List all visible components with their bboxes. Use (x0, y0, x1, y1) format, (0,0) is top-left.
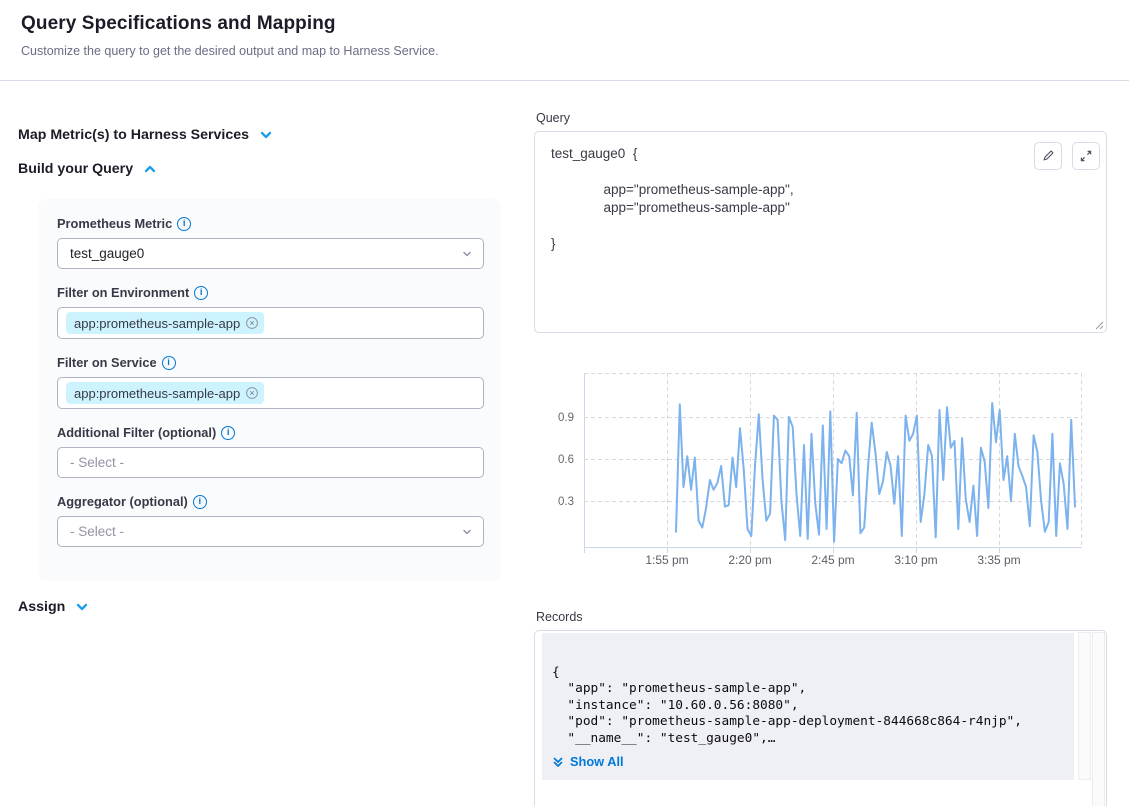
filter-environment-input[interactable]: app:prometheus-sample-app (57, 307, 484, 339)
header-divider (0, 80, 1129, 81)
x-tick-label: 2:20 pm (728, 553, 771, 567)
y-tick-label: 0.3 (558, 496, 574, 508)
expand-query-button[interactable] (1072, 142, 1100, 170)
page-subtitle: Customize the query to get the desired o… (21, 44, 439, 58)
additional-filter-label: Additional Filter (optional) (57, 425, 216, 440)
info-icon[interactable]: i (221, 426, 235, 440)
remove-chip-icon[interactable] (245, 386, 259, 400)
double-chevron-down-icon (552, 756, 564, 768)
metric-series-line (676, 403, 1075, 542)
resize-handle-icon[interactable] (1092, 318, 1104, 330)
prometheus-metric-label: Prometheus Metric (57, 216, 172, 231)
query-code: test_gauge0 { app="prometheus-sample-app… (551, 145, 794, 253)
field-filter-service: Filter on Service i app:prometheus-sampl… (57, 355, 482, 409)
placeholder-text: - Select - (70, 455, 124, 470)
build-query-form: Prometheus Metric i test_gauge0 Filter o… (38, 199, 501, 581)
line-chart: 0.9 0.6 0.3 1:55 pm 2:20 pm 2:45 pm 3:10… (534, 365, 1107, 570)
info-icon[interactable]: i (162, 356, 176, 370)
records-viewer: { "app": "prometheus-sample-app", "insta… (534, 630, 1107, 806)
chevron-down-icon (461, 526, 473, 541)
info-icon[interactable]: i (194, 286, 208, 300)
placeholder-text: - Select - (70, 524, 124, 539)
environment-filter-chip: app:prometheus-sample-app (66, 312, 264, 334)
service-filter-chip: app:prometheus-sample-app (66, 382, 264, 404)
show-all-label: Show All (570, 754, 624, 769)
aggregator-select[interactable]: - Select - (57, 516, 484, 547)
section-map-metrics[interactable]: Map Metric(s) to Harness Services (18, 127, 273, 143)
query-panel-label: Query (536, 111, 570, 125)
field-filter-environment: Filter on Environment i app:prometheus-s… (57, 285, 482, 339)
info-icon[interactable]: i (177, 217, 191, 231)
filter-service-label: Filter on Service (57, 355, 157, 370)
chevron-up-icon (143, 162, 157, 176)
filter-service-input[interactable]: app:prometheus-sample-app (57, 377, 484, 409)
records-scrollbar[interactable] (1092, 632, 1105, 806)
record-card-scrollbar[interactable] (1078, 632, 1091, 780)
field-prometheus-metric: Prometheus Metric i test_gauge0 (57, 216, 482, 269)
additional-filter-input[interactable]: - Select - (57, 447, 484, 478)
section-assign[interactable]: Assign (18, 599, 89, 615)
section-build-query-label: Build your Query (18, 161, 133, 177)
metric-preview-chart: 0.9 0.6 0.3 1:55 pm 2:20 pm 2:45 pm 3:10… (534, 365, 1107, 570)
query-editor[interactable]: test_gauge0 { app="prometheus-sample-app… (534, 131, 1107, 333)
x-tick-label: 3:35 pm (977, 553, 1020, 567)
query-specifications-page: Query Specifications and Mapping Customi… (0, 0, 1129, 806)
x-tick-label: 3:10 pm (894, 553, 937, 567)
info-icon[interactable]: i (193, 495, 207, 509)
aggregator-label: Aggregator (optional) (57, 494, 188, 509)
records-panel-label: Records (536, 610, 583, 624)
chip-label: app:prometheus-sample-app (74, 386, 240, 401)
show-all-button[interactable]: Show All (552, 754, 624, 769)
page-title: Query Specifications and Mapping (21, 13, 336, 35)
record-json: { "app": "prometheus-sample-app", "insta… (542, 633, 1074, 747)
section-assign-label: Assign (18, 599, 65, 615)
x-tick-label: 1:55 pm (645, 553, 688, 567)
chevron-down-icon (259, 128, 273, 142)
pencil-icon (1041, 149, 1055, 163)
section-map-metrics-label: Map Metric(s) to Harness Services (18, 127, 249, 143)
prometheus-metric-select[interactable]: test_gauge0 (57, 238, 484, 269)
x-tick-label: 2:45 pm (811, 553, 854, 567)
chip-label: app:prometheus-sample-app (74, 316, 240, 331)
prometheus-metric-value: test_gauge0 (70, 246, 144, 261)
fullscreen-icon (1079, 149, 1093, 163)
y-tick-label: 0.9 (558, 412, 574, 424)
field-aggregator: Aggregator (optional) i - Select - (57, 494, 482, 547)
section-build-query[interactable]: Build your Query (18, 161, 157, 177)
chevron-down-icon (75, 600, 89, 614)
filter-environment-label: Filter on Environment (57, 285, 189, 300)
edit-query-button[interactable] (1034, 142, 1062, 170)
y-tick-label: 0.6 (558, 454, 574, 466)
chevron-down-icon (461, 248, 473, 263)
record-card: { "app": "prometheus-sample-app", "insta… (542, 633, 1074, 780)
field-additional-filter: Additional Filter (optional) i - Select … (57, 425, 482, 478)
remove-chip-icon[interactable] (245, 316, 259, 330)
